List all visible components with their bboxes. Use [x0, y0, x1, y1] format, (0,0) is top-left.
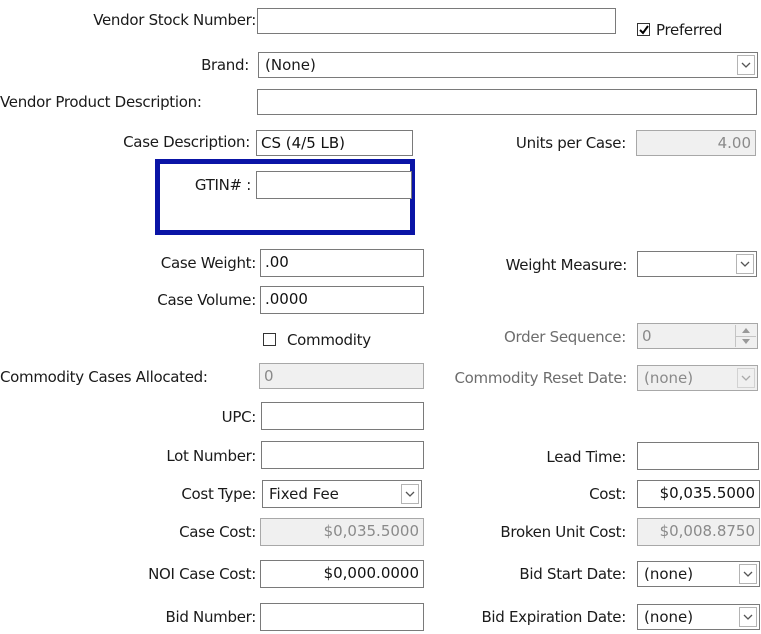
- preferred-checkbox[interactable]: [637, 23, 650, 36]
- broken-unit-cost-label: Broken Unit Cost:: [500, 523, 626, 541]
- case-cost-label: Case Cost:: [179, 523, 256, 541]
- commodity-cases-allocated-label: Commodity Cases Allocated:: [0, 368, 208, 386]
- cost-type-dropdown-button[interactable]: [401, 484, 419, 504]
- chevron-down-icon: [743, 614, 753, 620]
- commodity-reset-date-select: (none): [637, 365, 758, 391]
- bid-start-date-value: (none): [644, 565, 694, 583]
- arrow-up-icon: [742, 328, 750, 333]
- cost-type-label: Cost Type:: [181, 485, 256, 503]
- chevron-down-icon: [405, 491, 415, 497]
- weight-measure-label: Weight Measure:: [505, 256, 628, 274]
- broken-unit-cost-input: $0,008.8750: [637, 518, 760, 546]
- vendor-stock-number-input[interactable]: [257, 8, 616, 34]
- chevron-down-icon: [741, 62, 751, 68]
- order-sequence-spinner: [735, 325, 756, 347]
- gtin-label: GTIN# :: [194, 176, 251, 194]
- lot-number-label: Lot Number:: [166, 447, 256, 465]
- preferred-label: Preferred: [656, 21, 723, 39]
- gtin-input[interactable]: [256, 171, 412, 199]
- lead-time-input[interactable]: [637, 442, 759, 470]
- bid-expiration-date-dropdown-button[interactable]: [739, 607, 757, 627]
- cost-type-select[interactable]: Fixed Fee: [262, 480, 422, 508]
- spinner-down-button: [736, 336, 756, 347]
- vendor-stock-number-label: Vendor Stock Number:: [93, 11, 256, 29]
- bid-expiration-date-value: (none): [644, 608, 694, 626]
- case-description-label: Case Description:: [123, 133, 250, 151]
- bid-expiration-date-select[interactable]: (none): [637, 604, 760, 630]
- commodity-label: Commodity: [287, 331, 371, 349]
- upc-label: UPC:: [221, 408, 257, 426]
- chevron-down-icon: [741, 375, 751, 381]
- order-sequence-input: 0: [637, 323, 758, 349]
- upc-input[interactable]: [261, 402, 424, 430]
- bid-start-date-label: Bid Start Date:: [519, 565, 626, 583]
- bid-number-label: Bid Number:: [165, 608, 257, 626]
- case-volume-label: Case Volume:: [157, 291, 256, 309]
- order-sequence-value: 0: [642, 327, 652, 345]
- order-sequence-label: Order Sequence:: [504, 328, 626, 346]
- chevron-down-icon: [743, 571, 753, 577]
- noi-case-cost-label: NOI Case Cost:: [148, 565, 256, 583]
- weight-measure-select[interactable]: [637, 251, 757, 277]
- vendor-product-description-input[interactable]: [257, 89, 757, 115]
- brand-dropdown-button[interactable]: [737, 55, 755, 75]
- chevron-down-icon: [740, 261, 750, 267]
- commodity-reset-date-value: (none): [644, 369, 694, 387]
- bid-number-input[interactable]: [260, 603, 424, 631]
- checkmark-icon: [639, 25, 649, 35]
- noi-case-cost-input[interactable]: $0,000.0000: [260, 560, 424, 588]
- case-weight-label: Case Weight:: [160, 254, 257, 272]
- cost-type-value: Fixed Fee: [269, 485, 339, 503]
- cost-input[interactable]: $0,035.5000: [637, 480, 760, 508]
- bid-start-date-select[interactable]: (none): [637, 561, 760, 587]
- case-volume-input[interactable]: .0000: [260, 286, 424, 314]
- commodity-reset-date-label: Commodity Reset Date:: [454, 369, 627, 387]
- bid-expiration-date-label: Bid Expiration Date:: [481, 608, 626, 626]
- commodity-cases-allocated-input: 0: [259, 363, 424, 389]
- brand-value: (None): [265, 56, 316, 74]
- commodity-checkbox[interactable]: [263, 333, 276, 346]
- cost-label: Cost:: [589, 485, 626, 503]
- units-per-case-label: Units per Case:: [515, 134, 626, 152]
- vendor-product-description-label: Vendor Product Description:: [0, 93, 202, 111]
- units-per-case-input: 4.00: [636, 130, 756, 156]
- brand-select[interactable]: (None): [258, 52, 758, 78]
- commodity-reset-date-dropdown-button: [737, 368, 755, 388]
- case-weight-input[interactable]: .00: [260, 249, 424, 277]
- weight-measure-dropdown-button[interactable]: [736, 254, 754, 274]
- brand-label: Brand:: [201, 56, 249, 74]
- case-description-input[interactable]: CS (4/5 LB): [256, 130, 413, 156]
- case-cost-input: $0,035.5000: [260, 518, 424, 546]
- arrow-down-icon: [742, 339, 750, 344]
- bid-start-date-dropdown-button[interactable]: [739, 564, 757, 584]
- lot-number-input[interactable]: [261, 441, 424, 469]
- lead-time-label: Lead Time:: [546, 448, 626, 466]
